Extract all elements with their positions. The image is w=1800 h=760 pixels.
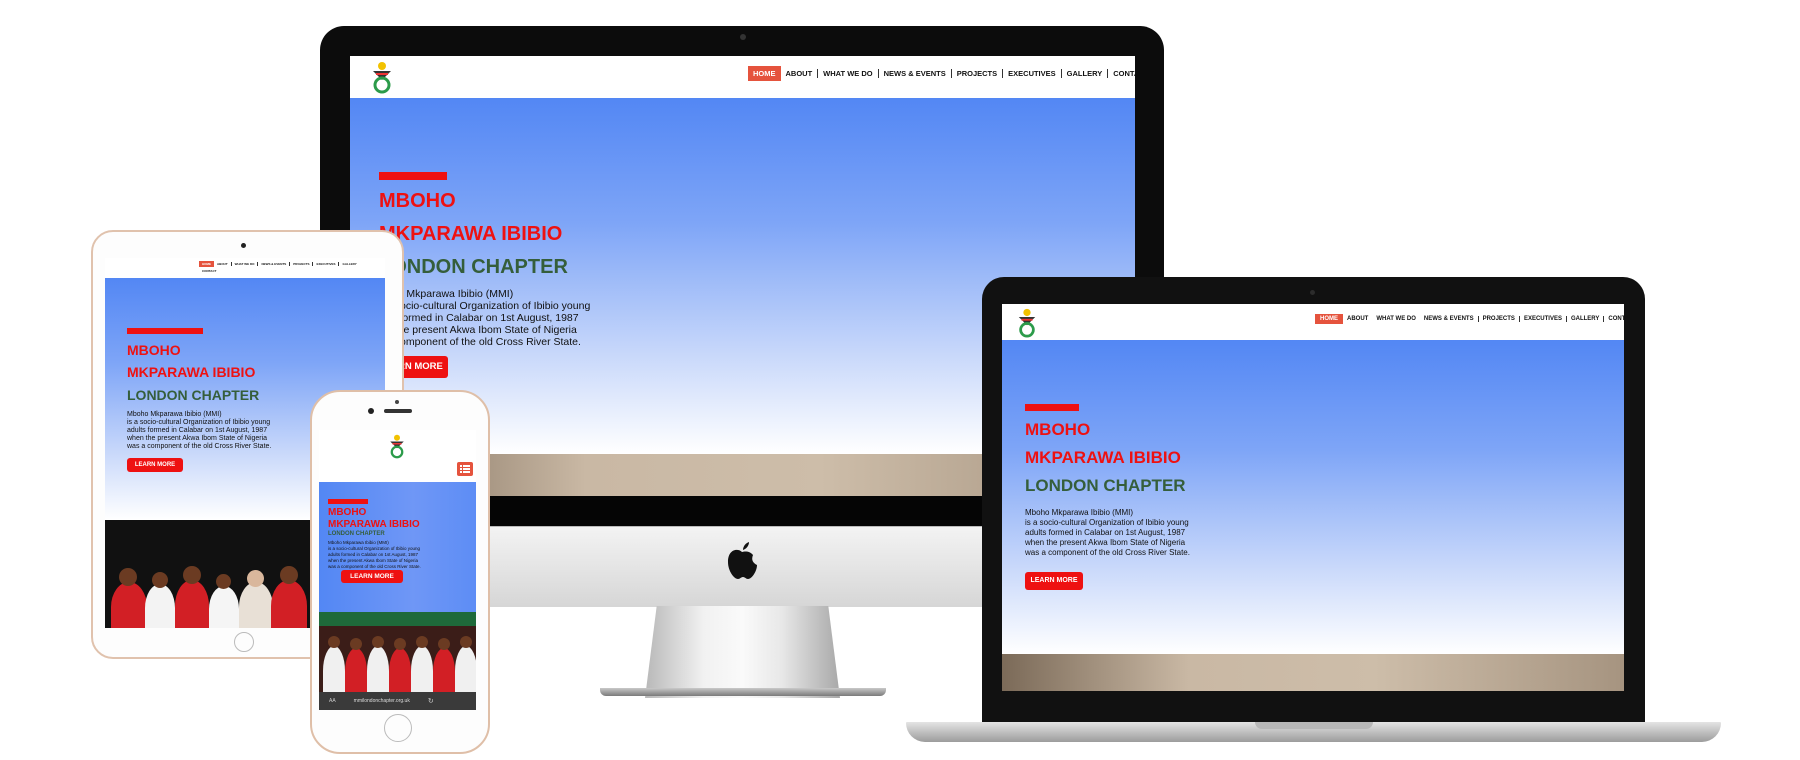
main-nav-row2: CONTACT xyxy=(199,269,219,273)
nav-home[interactable]: HOME xyxy=(748,66,781,81)
nav-news-events[interactable]: NEWS & EVENTS xyxy=(879,69,952,78)
nav-executives[interactable]: EXECUTIVES xyxy=(1003,69,1062,78)
hero-title-line1: MBOHO xyxy=(328,507,367,518)
laptop-screen: HOME ABOUT WHAT WE DO NEWS & EVENTS PROJ… xyxy=(1002,304,1624,691)
hero-accent-bar xyxy=(328,499,368,504)
phone-home-button[interactable] xyxy=(384,714,412,742)
nav-gallery[interactable]: GALLERY xyxy=(339,262,359,266)
nav-executives[interactable]: EXECUTIVES xyxy=(313,262,340,266)
site-header: HOME ABOUT WHAT WE DO NEWS & EVENTS PROJ… xyxy=(350,56,1135,98)
hero-description: Mboho Mkparawa Ibibio (MMI) is a socio-c… xyxy=(127,411,271,451)
desc-line: when the present Akwa Ibom State of Nige… xyxy=(1025,538,1186,547)
desc-line: adults formed in Calabar on 1st August, … xyxy=(1025,528,1186,537)
hero-section: MBOHO MKPARAWA IBIBIO LONDON CHAPTER Mbo… xyxy=(319,482,476,612)
nav-what-we-do[interactable]: WHAT WE DO xyxy=(1372,316,1420,322)
desc-line: Mboho Mkparawa Ibibio (MMI) xyxy=(127,411,222,418)
reload-icon[interactable]: ↻ xyxy=(428,697,434,705)
desc-line: is a socio-cultural Organization of Ibib… xyxy=(127,419,271,426)
main-nav: HOME ABOUT WHAT WE DO NEWS & EVENTS PROJ… xyxy=(199,261,360,267)
nav-news-events[interactable]: NEWS & EVENTS xyxy=(258,262,291,266)
laptop-notch xyxy=(1255,722,1373,729)
phone-screen: MBOHO MKPARAWA IBIBIO LONDON CHAPTER Mbo… xyxy=(319,430,476,710)
laptop-camera xyxy=(1310,290,1315,295)
desc-line: Mboho Mkparawa Ibibio (MMI) xyxy=(1025,508,1134,517)
imac-stand-foot xyxy=(600,688,886,696)
hero-accent-bar xyxy=(127,328,203,334)
hero-description: Mboho Mkparawa Ibibio (MMI) is a socio-c… xyxy=(1025,508,1190,558)
nav-home[interactable]: HOME xyxy=(1315,314,1343,324)
hero-accent-bar xyxy=(379,172,447,180)
text-size-button[interactable]: AA xyxy=(329,698,336,704)
hero-accent-bar xyxy=(1025,404,1079,411)
nav-contact[interactable]: CONTACT xyxy=(1604,316,1624,322)
url-field[interactable]: mmilondonchapter.org.uk xyxy=(354,698,410,704)
imac-camera xyxy=(740,34,746,40)
logo-icon xyxy=(390,434,404,459)
tablet-camera xyxy=(241,243,246,248)
hero-title-line2: MKPARAWA IBIBIO xyxy=(328,519,420,530)
hero-description: Mboho Mkparawa Ibibio (MMI) is a socio-c… xyxy=(328,540,421,570)
nav-projects[interactable]: PROJECTS xyxy=(290,262,314,266)
nav-contact[interactable]: CONTACT xyxy=(199,269,219,273)
hero-title-line1: MBOHO xyxy=(1025,420,1091,439)
hero-title-line2: MKPARAWA IBIBIO xyxy=(1025,448,1181,467)
learn-more-button[interactable]: LEARN MORE xyxy=(127,458,183,472)
nav-executives[interactable]: EXECUTIVES xyxy=(1520,316,1567,322)
nav-gallery[interactable]: GALLERY xyxy=(1062,69,1109,78)
logo-icon xyxy=(1018,308,1036,338)
hero-title-line2: MKPARAWA IBIBIO xyxy=(127,364,256,380)
nav-contact[interactable]: CONTACT xyxy=(1108,69,1135,78)
hero-title-line1: MBOHO xyxy=(379,190,456,212)
nav-what-we-do[interactable]: WHAT WE DO xyxy=(232,262,259,266)
nav-about[interactable]: ABOUT xyxy=(1343,316,1372,322)
learn-more-button[interactable]: LEARN MORE xyxy=(1025,572,1083,590)
hero-title-line3: LONDON CHAPTER xyxy=(1025,476,1186,495)
phone-speaker xyxy=(384,409,412,413)
hero-section: MBOHO MKPARAWA IBIBIO LONDON CHAPTER Mbo… xyxy=(1002,340,1624,654)
phone-sensor xyxy=(395,400,399,404)
nav-news-events[interactable]: NEWS & EVENTS xyxy=(1420,316,1479,322)
desc-line: was a component of the old Cross River S… xyxy=(127,443,272,450)
hero-title-line2: MKPARAWA IBIBIO xyxy=(379,223,563,245)
nav-projects[interactable]: PROJECTS xyxy=(1479,316,1520,322)
nav-gallery[interactable]: GALLERY xyxy=(1567,316,1605,322)
site-header: HOME ABOUT WHAT WE DO NEWS & EVENTS PROJ… xyxy=(105,258,385,276)
imac-stand xyxy=(645,606,840,698)
nav-what-we-do[interactable]: WHAT WE DO xyxy=(818,69,879,78)
hero-title-line3: LONDON CHAPTER xyxy=(328,531,385,537)
hero-title-line3: LONDON CHAPTER xyxy=(379,256,568,278)
main-nav: HOME ABOUT WHAT WE DO NEWS & EVENTS PROJ… xyxy=(748,66,1135,81)
menu-toggle-button[interactable] xyxy=(457,462,473,476)
menu-list-icon xyxy=(460,465,470,473)
nav-about[interactable]: ABOUT xyxy=(781,69,819,78)
group-photo xyxy=(319,612,476,692)
desc-line: adults formed in Calabar on 1st August, … xyxy=(127,427,268,434)
site-header xyxy=(319,430,476,482)
hero-title-line3: LONDON CHAPTER xyxy=(127,387,260,403)
desc-line: is a socio-cultural Organization of Ibib… xyxy=(1025,518,1189,527)
apple-logo-icon xyxy=(728,542,757,579)
site-header: HOME ABOUT WHAT WE DO NEWS & EVENTS PROJ… xyxy=(1002,304,1624,340)
nav-about[interactable]: ABOUT xyxy=(214,262,232,266)
logo-icon xyxy=(373,62,391,94)
photo-strip xyxy=(1002,654,1624,691)
phone-camera xyxy=(368,408,374,414)
learn-more-button[interactable]: LEARN MORE xyxy=(341,570,403,583)
tablet-home-button[interactable] xyxy=(234,632,254,652)
main-nav: HOME ABOUT WHAT WE DO NEWS & EVENTS PROJ… xyxy=(1315,314,1624,324)
desc-line: was a component of the old Cross River S… xyxy=(1025,548,1190,557)
nav-home[interactable]: HOME xyxy=(199,261,214,267)
nav-projects[interactable]: PROJECTS xyxy=(952,69,1004,78)
browser-bar: AA mmilondonchapter.org.uk ↻ xyxy=(319,692,476,710)
desc-line: when the present Akwa Ibom State of Nige… xyxy=(127,435,268,442)
hero-title-line1: MBOHO xyxy=(127,342,181,358)
